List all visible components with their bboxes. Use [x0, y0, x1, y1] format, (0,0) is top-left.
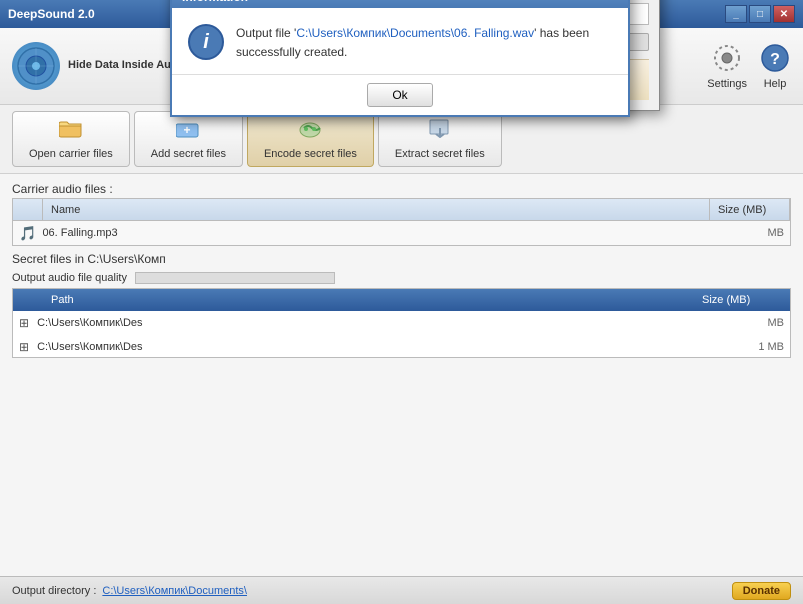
output-dir-label: Output directory : [12, 585, 96, 597]
help-label: Help [764, 78, 787, 90]
ok-button[interactable]: Ok [367, 83, 432, 107]
status-bar: Output directory : C:\Users\Компик\Docum… [0, 576, 803, 604]
col-name: Name [43, 199, 710, 220]
secret-file-size-0: MB [768, 317, 785, 329]
add-secret-label: Add secret files [151, 148, 226, 160]
output-dir-path[interactable]: C:\Users\Компик\Documents\ [102, 585, 247, 597]
carrier-section: Carrier audio files : Name Size (MB) 🎵 0… [12, 182, 791, 246]
info-title-text: Information [182, 0, 248, 4]
brand: Hide Data Inside Audio [12, 42, 187, 90]
info-dialog-title: Information [172, 0, 628, 8]
maximize-button[interactable]: □ [749, 5, 771, 23]
info-dialog-buttons: Ok [172, 74, 628, 115]
info-dialog-body: i Output file 'C:\Users\Компик\Documents… [172, 8, 628, 74]
add-secret-icon: + [176, 118, 200, 144]
close-button[interactable]: ✕ [773, 5, 795, 23]
encode-secret-icon [298, 118, 322, 144]
carrier-file-list: Name Size (MB) 🎵 06. Falling.mp3 MB [12, 198, 791, 246]
info-msg-highlight: C:\Users\Компик\Documents\06. Falling.wa… [296, 26, 534, 40]
brand-icon [12, 42, 60, 90]
secret-file-icon-0: ⊞ [19, 316, 29, 330]
secret-list-header: Path Size (MB) [13, 289, 790, 311]
encode-secret-label: Encode secret files [264, 148, 357, 160]
secret-file-list: Path Size (MB) ⊞ C:\Users\Компик\Des MB … [12, 288, 791, 358]
open-carrier-button[interactable]: Open carrier files [12, 111, 130, 167]
encode-secret-button[interactable]: Encode secret files [247, 111, 374, 167]
settings-icon [711, 42, 743, 74]
carrier-file-size: MB [724, 227, 784, 239]
secret-file-size-1: 1 MB [758, 341, 784, 353]
carrier-file-row[interactable]: 🎵 06. Falling.mp3 MB [13, 221, 790, 245]
help-button[interactable]: ? Help [759, 42, 791, 90]
col-icon [13, 199, 43, 220]
secret-label: Secret files in C:\Users\Комп [12, 252, 791, 266]
info-dialog: Information i Output file 'C:\Users\Комп… [170, 0, 630, 117]
content-area: Carrier audio files : Name Size (MB) 🎵 0… [0, 174, 803, 576]
carrier-file-name: 06. Falling.mp3 [42, 227, 718, 239]
col-path: Path [51, 294, 702, 306]
info-message: Output file 'C:\Users\Компик\Documents\0… [236, 24, 612, 62]
quality-row: Output audio file quality [12, 272, 791, 284]
toolbar-right: Settings ? Help [707, 42, 791, 90]
secret-file-row-1[interactable]: ⊞ C:\Users\Компик\Des 1 MB [13, 335, 790, 358]
col-size-mb: Size (MB) [702, 294, 782, 306]
secret-section: Secret files in C:\Users\Комп Output aud… [12, 252, 791, 358]
secret-file-path-1: C:\Users\Компик\Des [37, 341, 750, 353]
app-title: DeepSound 2.0 [8, 7, 95, 21]
main-window: Hide Data Inside Audio Audio Converter [0, 28, 803, 604]
carrier-list-header: Name Size (MB) [13, 199, 790, 221]
col-size: Size (MB) [710, 199, 790, 220]
svg-text:+: + [184, 123, 191, 137]
quality-bar[interactable] [135, 272, 335, 284]
help-icon: ? [759, 42, 791, 74]
secret-file-row-0[interactable]: ⊞ C:\Users\Компик\Des MB [13, 311, 790, 335]
window-controls: _ □ ✕ [725, 5, 795, 23]
info-icon: i [188, 24, 224, 60]
svg-text:?: ? [770, 51, 780, 68]
carrier-label: Carrier audio files : [12, 182, 791, 196]
secret-file-icon-1: ⊞ [19, 340, 29, 354]
extract-secret-icon [428, 118, 452, 144]
settings-button[interactable]: Settings [707, 42, 747, 90]
minimize-button[interactable]: _ [725, 5, 747, 23]
settings-label: Settings [707, 78, 747, 90]
info-msg-part1: Output file ' [236, 26, 296, 40]
add-secret-button[interactable]: + Add secret files [134, 111, 243, 167]
carrier-file-icon: 🎵 [19, 225, 36, 242]
quality-label: Output audio file quality [12, 272, 127, 284]
donate-button[interactable]: Donate [732, 582, 791, 600]
extract-secret-button[interactable]: Extract secret files [378, 111, 502, 167]
secret-file-path-0: C:\Users\Компик\Des [37, 317, 759, 329]
extract-secret-label: Extract secret files [395, 148, 485, 160]
open-carrier-label: Open carrier files [29, 148, 113, 160]
open-carrier-icon [59, 118, 83, 144]
